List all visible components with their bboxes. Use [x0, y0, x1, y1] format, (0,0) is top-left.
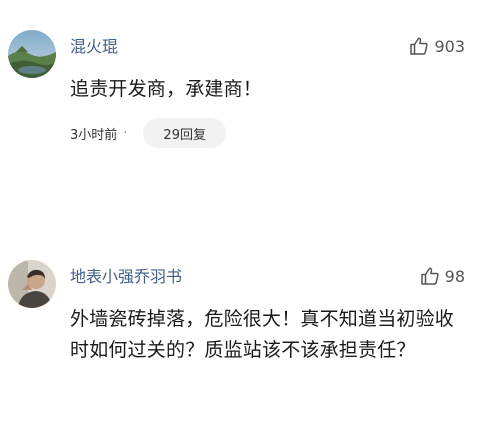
- user-avatar[interactable]: [8, 260, 56, 308]
- like-button[interactable]: 903: [409, 34, 465, 58]
- comment-meta: 3小时前 · 29回复: [70, 118, 226, 148]
- comment-list: 混火琨 903 追责开发商，承建商！ 3小时前 · 29回复 地表小强乔羽书 9…: [0, 0, 491, 430]
- like-count: 98: [444, 266, 465, 286]
- scenic-landscape-avatar-icon: [8, 30, 56, 78]
- username[interactable]: 地表小强乔羽书: [70, 266, 182, 288]
- like-button[interactable]: 98: [420, 264, 465, 288]
- thumbs-up-icon: [420, 267, 439, 285]
- comment-time: 3小时前: [70, 127, 118, 143]
- comment-text: 外墙瓷砖掉落，危险很大！真不知道当初验收时如何过关的？质监站该不该承担责任？: [70, 308, 455, 361]
- like-count: 903: [434, 36, 465, 56]
- comment-text: 追责开发商，承建商！: [70, 78, 263, 100]
- replies-button[interactable]: 29回复: [143, 118, 226, 148]
- thumbs-up-icon: [410, 37, 429, 55]
- user-avatar[interactable]: [8, 30, 56, 78]
- replies-label: 29回复: [163, 127, 206, 143]
- person-photo-avatar-icon: [8, 260, 56, 308]
- meta-separator: ·: [123, 125, 128, 141]
- username[interactable]: 混火琨: [70, 36, 118, 58]
